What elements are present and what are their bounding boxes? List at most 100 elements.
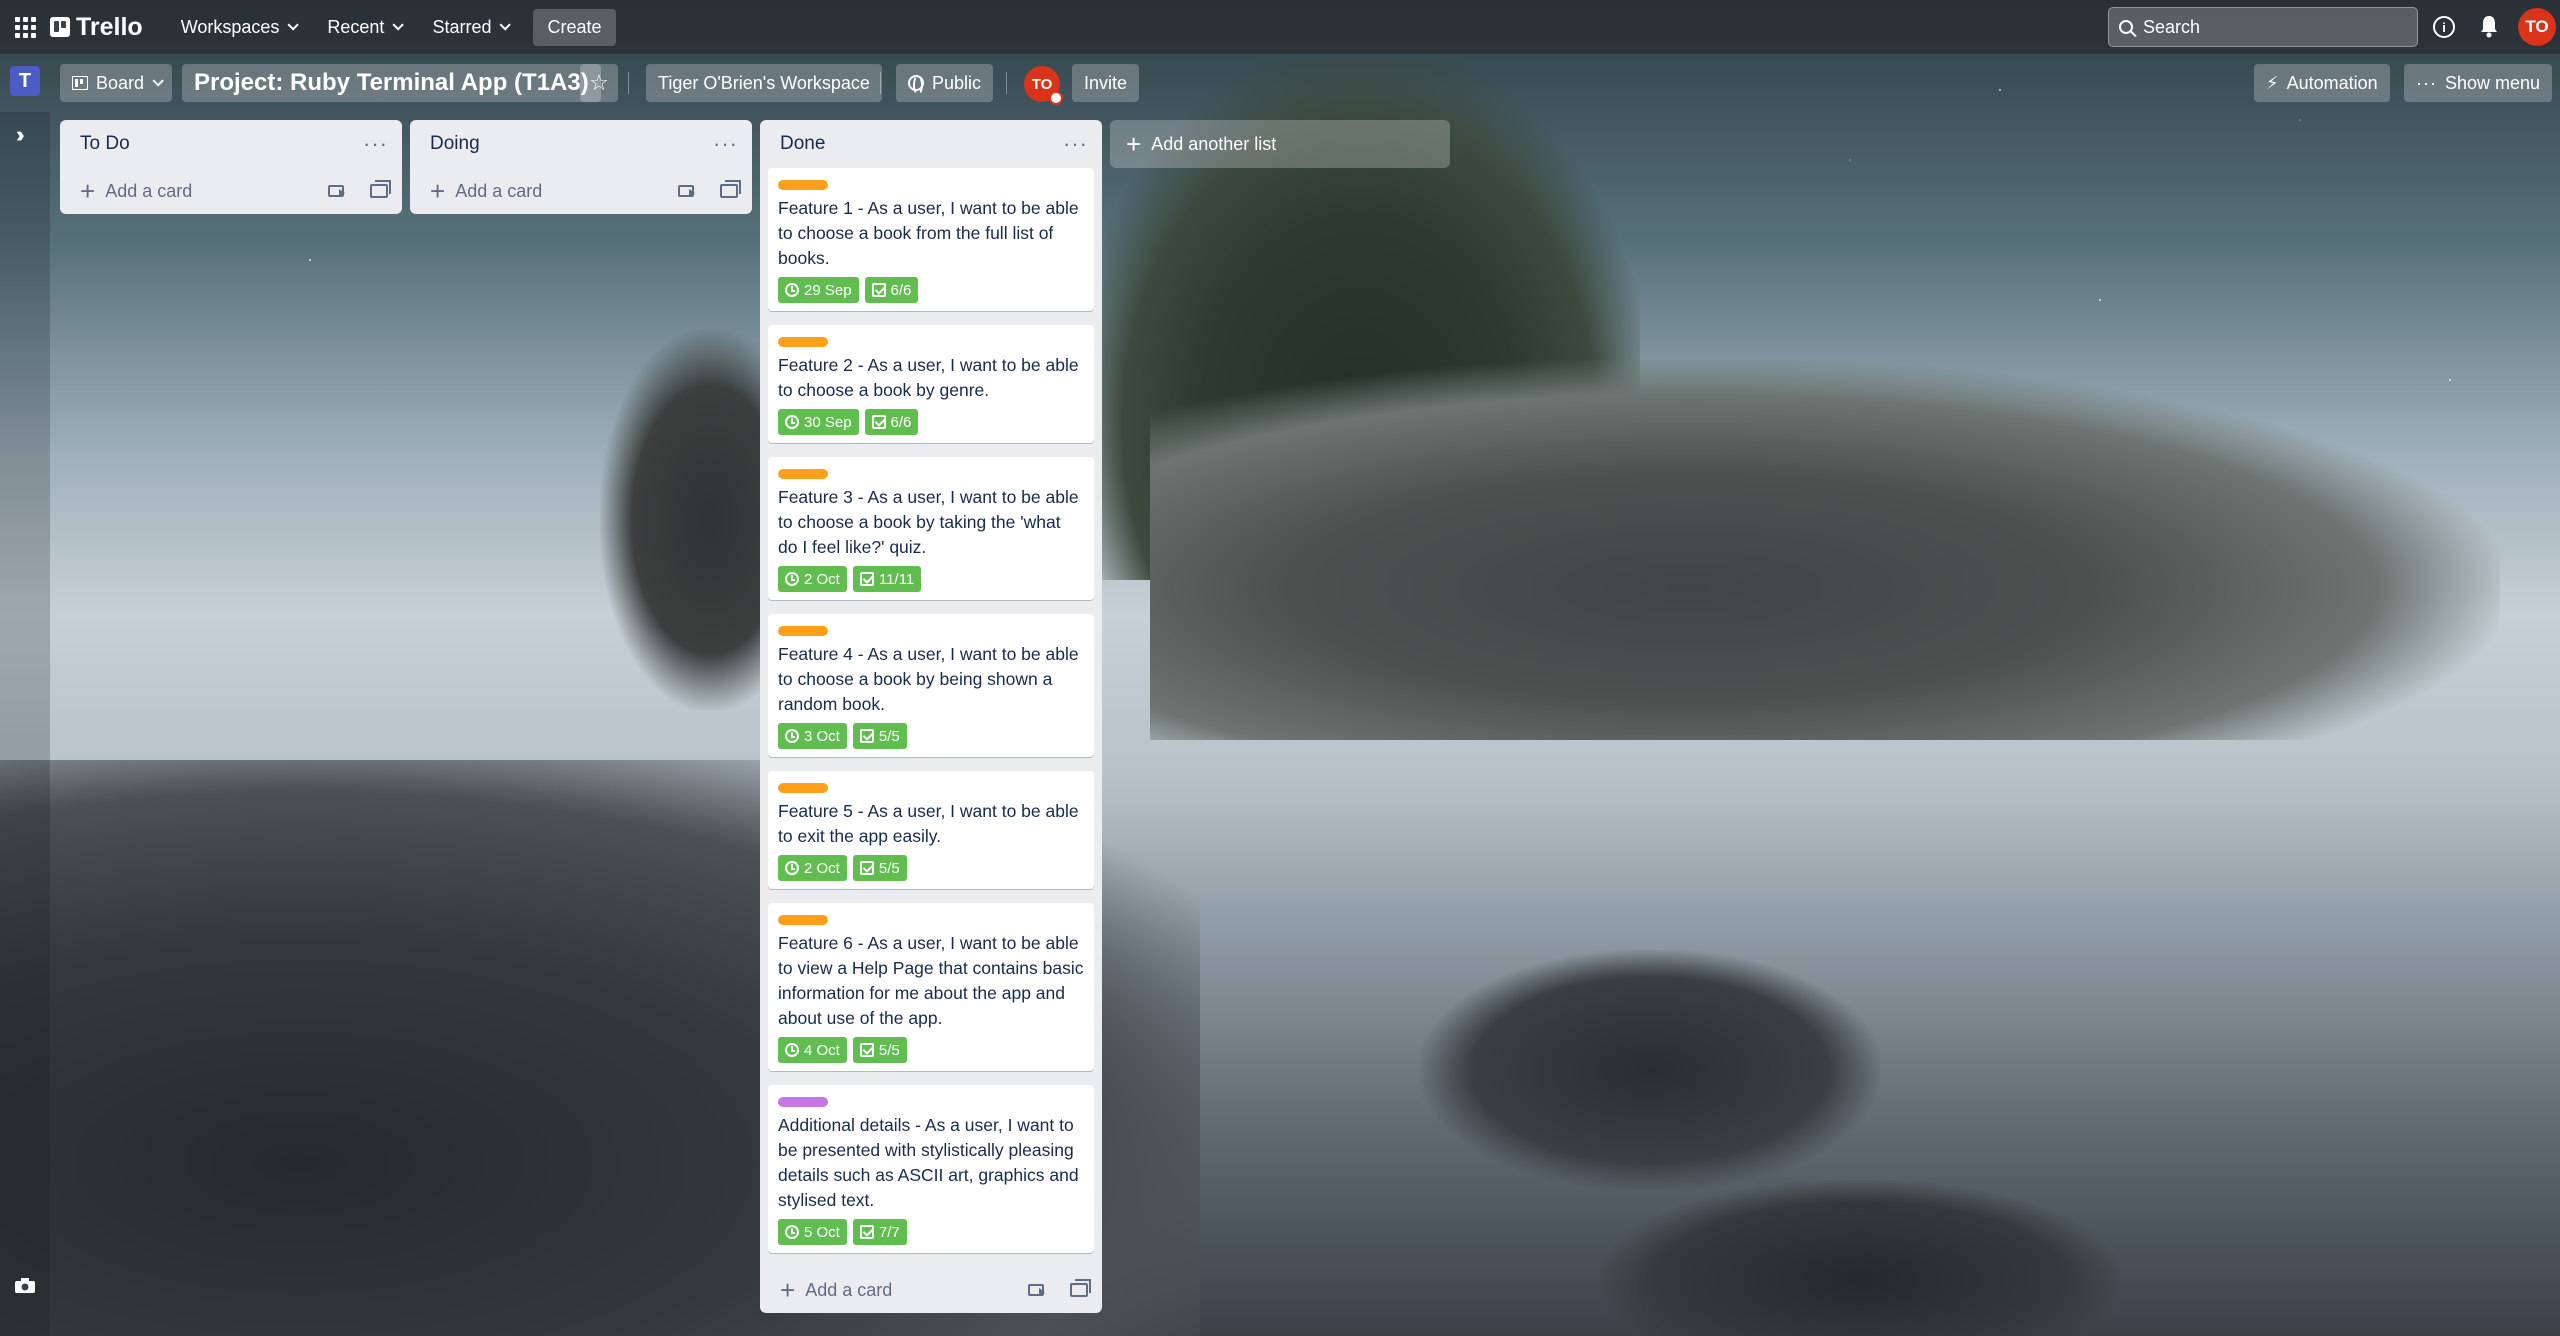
chevron-down-icon: [392, 19, 405, 31]
card[interactable]: Feature 3 - As a user, I want to be able…: [768, 457, 1094, 600]
checklist-count: 6/6: [890, 281, 912, 299]
search-box[interactable]: [2108, 7, 2418, 47]
list-header: Done ···: [760, 120, 1102, 168]
info-icon[interactable]: i: [2433, 16, 2455, 38]
card[interactable]: Feature 6 - As a user, I want to be able…: [768, 903, 1094, 1071]
star-icon: ☆: [589, 70, 609, 95]
workspace-button[interactable]: Tiger O'Brien's Workspace: [646, 64, 882, 102]
list-to-do: To Do ··· + Add a card: [60, 120, 402, 214]
card-label: [778, 337, 828, 347]
due-date-badge[interactable]: 2 Oct: [778, 855, 847, 881]
visibility-label: Public: [932, 72, 982, 93]
card-template-icon[interactable]: [1070, 1279, 1091, 1297]
show-menu-button[interactable]: ··· Show menu: [2404, 64, 2553, 102]
recent-menu[interactable]: Recent: [315, 9, 412, 46]
add-card-button[interactable]: + Add a card: [410, 168, 752, 214]
card-template-icon[interactable]: [370, 180, 391, 198]
board-header: T Board Project: Ruby Terminal App (T1A3…: [0, 54, 2560, 112]
card-label: [778, 1097, 828, 1107]
user-avatar[interactable]: TO: [2518, 8, 2556, 46]
more-icon: ···: [2416, 72, 2437, 93]
plus-icon: +: [80, 176, 96, 206]
card-badges: 5 Oct 7/7: [778, 1219, 1084, 1245]
clock-icon: [785, 1225, 799, 1239]
recent-label: Recent: [327, 16, 385, 37]
card-template-icon[interactable]: [720, 180, 741, 198]
star-board-button[interactable]: ☆: [580, 64, 618, 102]
starred-label: Starred: [432, 16, 492, 37]
board-view-switcher[interactable]: Board: [60, 64, 172, 102]
add-card-label: Add a card: [455, 180, 543, 201]
notifications-bell-icon[interactable]: [2478, 14, 2500, 38]
starred-menu[interactable]: Starred: [420, 9, 519, 46]
list-done: Done ··· Feature 1 - As a user, I want t…: [760, 120, 1102, 1313]
card[interactable]: Feature 4 - As a user, I want to be able…: [768, 614, 1094, 757]
card-badges: 4 Oct 5/5: [778, 1037, 1084, 1063]
automation-button[interactable]: ⚡ Automation: [2254, 64, 2390, 102]
checklist-icon: [871, 415, 886, 429]
due-date-text: 29 Sep: [804, 281, 852, 299]
checklist-badge: 6/6: [864, 277, 919, 303]
card-badges: 29 Sep 6/6: [778, 277, 1084, 303]
card[interactable]: Feature 5 - As a user, I want to be able…: [768, 771, 1094, 889]
due-date-text: 2 Oct: [804, 859, 840, 877]
board-icon: [72, 76, 88, 90]
card[interactable]: Feature 1 - As a user, I want to be able…: [768, 168, 1094, 311]
card-badges: 2 Oct 11/11: [778, 566, 1084, 592]
due-date-badge[interactable]: 3 Oct: [778, 723, 847, 749]
card-label: [778, 915, 828, 925]
expand-sidebar-icon[interactable]: ››: [16, 122, 24, 148]
workspaces-menu[interactable]: Workspaces: [169, 9, 308, 46]
card-badges: 3 Oct 5/5: [778, 723, 1084, 749]
due-date-badge[interactable]: 2 Oct: [778, 566, 847, 592]
camera-icon[interactable]: [14, 1278, 36, 1294]
member-avatar[interactable]: TO: [1024, 66, 1063, 105]
list-title[interactable]: Doing: [430, 133, 480, 155]
workspace-tile[interactable]: T: [10, 66, 40, 96]
logo-text: Trello: [76, 12, 143, 41]
list-actions-icon[interactable]: ···: [363, 133, 388, 155]
add-card-button[interactable]: + Add a card: [60, 168, 402, 214]
video-icon[interactable]: [678, 185, 695, 197]
due-date-text: 5 Oct: [804, 1223, 840, 1241]
plus-icon: +: [1126, 129, 1142, 159]
create-button[interactable]: Create: [533, 8, 616, 46]
checklist-count: 6/6: [890, 413, 912, 431]
due-date-badge[interactable]: 5 Oct: [778, 1219, 847, 1245]
video-icon[interactable]: [1028, 1284, 1045, 1296]
due-date-text: 2 Oct: [804, 570, 840, 588]
card-label: [778, 783, 828, 793]
card-title: Feature 1 - As a user, I want to be able…: [778, 198, 1079, 268]
checklist-badge: 6/6: [864, 409, 919, 435]
invite-button[interactable]: Invite: [1072, 64, 1140, 102]
trello-logo-icon: [50, 17, 70, 37]
clock-icon: [785, 861, 799, 875]
due-date-badge[interactable]: 30 Sep: [778, 409, 859, 435]
checklist-icon: [859, 1043, 874, 1057]
search-input[interactable]: [2143, 16, 2393, 38]
trello-logo[interactable]: Trello: [50, 13, 143, 42]
card-label: [778, 469, 828, 479]
card-title: Feature 4 - As a user, I want to be able…: [778, 644, 1079, 714]
add-card-button[interactable]: + Add a card: [760, 1267, 1102, 1313]
add-another-list-button[interactable]: + Add another list: [1110, 120, 1450, 168]
list-header: Doing ···: [410, 120, 752, 168]
chevron-down-icon: [152, 75, 164, 87]
card-title: Feature 6 - As a user, I want to be able…: [778, 933, 1084, 1028]
due-date-badge[interactable]: 29 Sep: [778, 277, 859, 303]
list-header: To Do ···: [60, 120, 402, 168]
visibility-button[interactable]: Public: [896, 64, 994, 102]
due-date-badge[interactable]: 4 Oct: [778, 1037, 847, 1063]
board-title[interactable]: Project: Ruby Terminal App (T1A3): [182, 64, 601, 102]
card[interactable]: Feature 2 - As a user, I want to be able…: [768, 325, 1094, 443]
video-icon[interactable]: [328, 185, 345, 197]
list-actions-icon[interactable]: ···: [713, 133, 738, 155]
clock-icon: [785, 572, 799, 586]
card-badges: 2 Oct 5/5: [778, 855, 1084, 881]
list-actions-icon[interactable]: ···: [1063, 133, 1088, 155]
card[interactable]: Additional details - As a user, I want t…: [768, 1085, 1094, 1253]
list-title[interactable]: Done: [780, 133, 825, 155]
list-title[interactable]: To Do: [80, 133, 130, 155]
app-switcher-icon[interactable]: [12, 14, 38, 40]
checklist-icon: [859, 861, 874, 875]
